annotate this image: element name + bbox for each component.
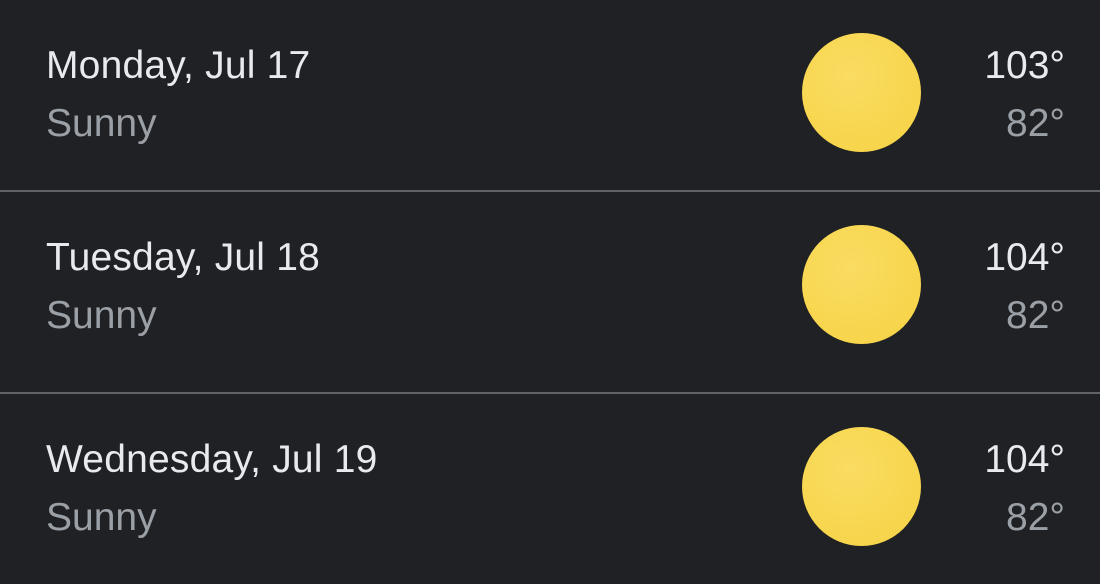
forecast-condition: Sunny bbox=[46, 294, 157, 337]
sun-icon bbox=[802, 33, 921, 152]
forecast-date: Monday, Jul 17 bbox=[46, 44, 311, 87]
forecast-date: Wednesday, Jul 19 bbox=[46, 438, 378, 481]
forecast-low-temp: 82° bbox=[1006, 496, 1065, 539]
forecast-low-temp: 82° bbox=[1006, 294, 1065, 337]
sun-icon bbox=[802, 427, 921, 546]
sun-icon bbox=[802, 225, 921, 344]
forecast-date: Tuesday, Jul 18 bbox=[46, 236, 320, 279]
forecast-day-row[interactable]: Monday, Jul 17 Sunny 103° 82° bbox=[0, 0, 1100, 190]
forecast-low-temp: 82° bbox=[1006, 102, 1065, 145]
forecast-high-temp: 103° bbox=[984, 44, 1065, 87]
forecast-day-row[interactable]: Wednesday, Jul 19 Sunny 104° 82° bbox=[0, 394, 1100, 584]
forecast-list: Monday, Jul 17 Sunny 103° 82° Tuesday, J… bbox=[0, 0, 1100, 584]
forecast-condition: Sunny bbox=[46, 496, 157, 539]
forecast-day-row[interactable]: Tuesday, Jul 18 Sunny 104° 82° bbox=[0, 192, 1100, 382]
forecast-high-temp: 104° bbox=[984, 438, 1065, 481]
forecast-high-temp: 104° bbox=[984, 236, 1065, 279]
forecast-condition: Sunny bbox=[46, 102, 157, 145]
